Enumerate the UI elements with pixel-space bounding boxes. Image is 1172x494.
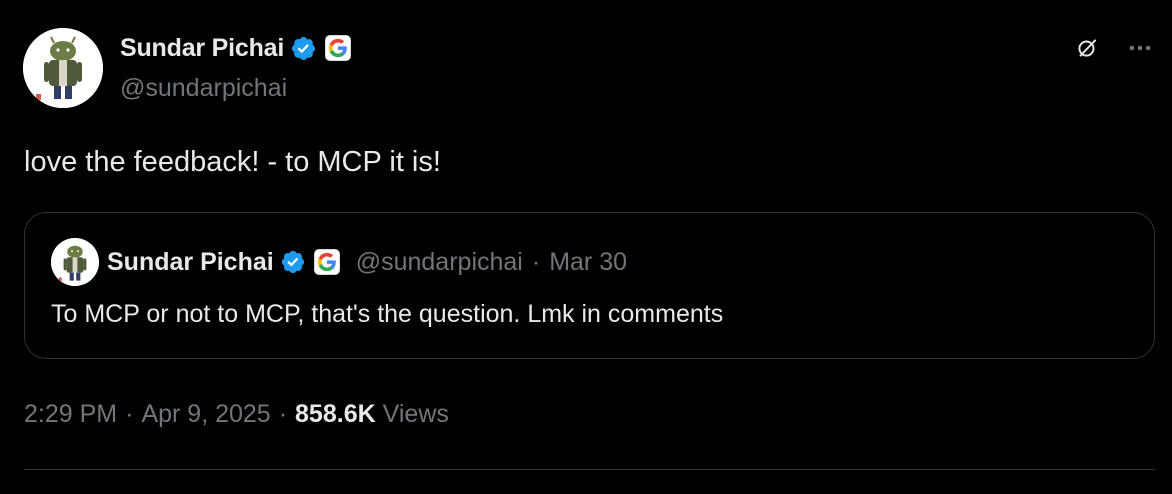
tweet-meta: 2:29 PM · Apr 9, 2025 · 858.6K Views — [24, 400, 449, 429]
grok-icon[interactable] — [1074, 35, 1100, 61]
tweet-time[interactable]: 2:29 PM — [24, 400, 117, 429]
quoted-separator: · — [531, 247, 541, 276]
quoted-display-name: Sundar Pichai — [107, 247, 274, 276]
avatar[interactable] — [23, 28, 103, 108]
meta-separator: · — [278, 400, 288, 428]
quoted-tweet-header: Sundar Pichai @sundarpichai · Mar 30 — [51, 238, 627, 286]
verified-badge-icon[interactable] — [290, 35, 317, 62]
meta-separator: · — [125, 400, 134, 428]
author-name-row: Sundar Pichai — [120, 31, 352, 65]
tweet-date[interactable]: Apr 9, 2025 — [141, 400, 270, 429]
views-label: Views — [382, 400, 449, 428]
quoted-tweet-text: To MCP or not to MCP, that's the questio… — [51, 300, 724, 328]
divider — [24, 469, 1155, 470]
google-logo-icon[interactable] — [325, 35, 352, 61]
author-display-name[interactable]: Sundar Pichai — [120, 34, 284, 63]
tweet: Sundar Pichai @sundarpichai love the fee… — [0, 0, 1172, 494]
views-count: 858.6K — [295, 400, 376, 428]
quoted-avatar — [51, 238, 99, 286]
quoted-tweet[interactable]: Sundar Pichai @sundarpichai · Mar 30 To … — [24, 212, 1155, 359]
more-options-icon[interactable] — [1126, 34, 1154, 62]
quoted-avatar-image — [51, 238, 99, 286]
quoted-google-logo-icon — [313, 249, 340, 275]
quoted-handle: @sundarpichai — [355, 247, 523, 276]
tweet-text: love the feedback! - to MCP it is! — [24, 146, 441, 178]
author-handle[interactable]: @sundarpichai — [120, 74, 287, 103]
tweet-top-actions — [1074, 34, 1154, 62]
quoted-verified-badge-icon — [280, 249, 306, 275]
avatar-image — [23, 28, 103, 108]
quoted-date: Mar 30 — [549, 247, 627, 276]
